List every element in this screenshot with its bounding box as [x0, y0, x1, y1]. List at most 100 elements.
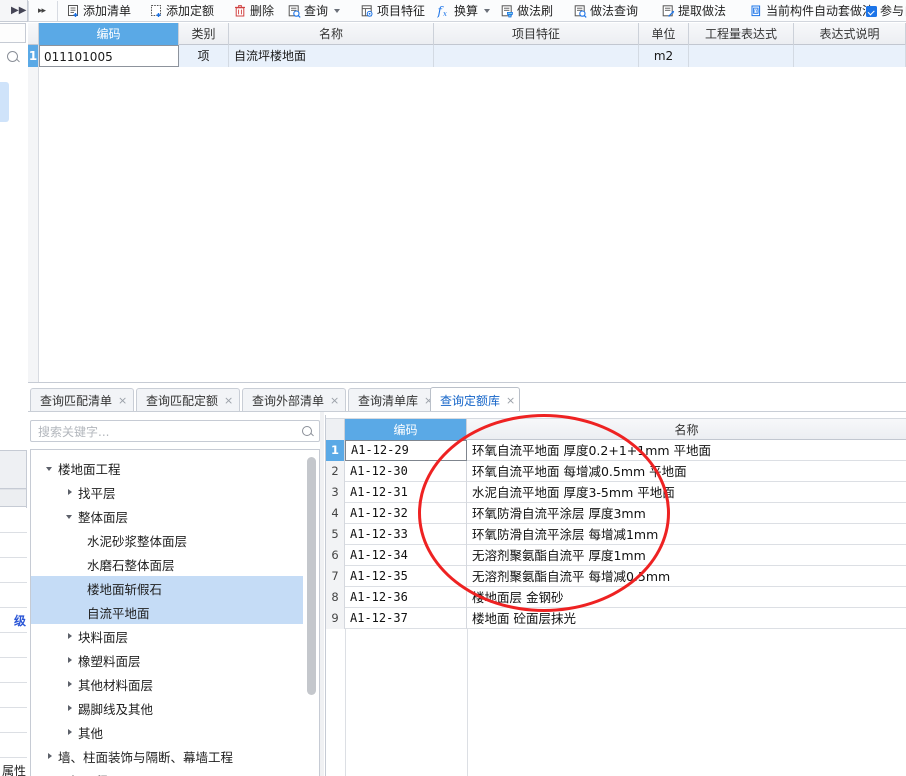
left-partial-grid-row[interactable]: 级	[0, 608, 27, 633]
cell-name[interactable]: 无溶剂聚氨酯自流平 厚度1mm	[467, 545, 906, 566]
table-row[interactable]: 4 A1-12-32 环氧防滑自流平涂层 厚度3mm	[326, 503, 906, 524]
column-header-feature[interactable]: 项目特征	[434, 23, 639, 45]
query-button[interactable]: 查询	[287, 1, 341, 21]
column-header-unit[interactable]: 单位	[639, 23, 689, 45]
column-header-code[interactable]: 编码	[345, 419, 467, 441]
left-partial-grid-row[interactable]	[0, 658, 27, 683]
cell-code[interactable]: A1-12-29	[345, 440, 467, 461]
tree-node-other[interactable]: 其他	[31, 720, 303, 744]
tree-node-block-layer[interactable]: 块料面层	[31, 624, 303, 648]
column-header-code[interactable]: 编码	[39, 23, 179, 45]
column-header-name[interactable]: 名称	[229, 23, 434, 45]
cell-code[interactable]: A1-12-31	[345, 482, 467, 503]
chevron-right-icon[interactable]	[65, 655, 75, 665]
left-partial-grid-row[interactable]	[0, 683, 27, 708]
collapse-right-icon[interactable]: ▸▸	[38, 6, 46, 16]
table-row[interactable]: 2 A1-12-30 环氧自流平地面 每增减0.5mm 平地面	[326, 461, 906, 482]
chevron-right-icon[interactable]	[65, 679, 75, 689]
bill-items-grid-body[interactable]	[28, 67, 906, 382]
cell-name[interactable]: 环氧防滑自流平涂层 厚度3mm	[467, 503, 906, 524]
close-icon[interactable]: ×	[118, 395, 127, 406]
tree-node-wall-column[interactable]: 墙、柱面装饰与隔断、幕墙工程	[31, 744, 303, 768]
collapse-right-icon[interactable]: ▶▶	[11, 4, 26, 17]
checkbox-checked-icon[interactable]	[866, 5, 877, 17]
column-header-name[interactable]: 名称	[467, 419, 906, 441]
method-brush-button[interactable]: 做法刷	[500, 1, 553, 21]
chevron-right-icon[interactable]	[65, 727, 75, 737]
cell-unit[interactable]: m2	[639, 45, 689, 67]
table-row[interactable]: 8 A1-12-36 楼地面层 金钢砂	[326, 587, 906, 608]
search-icon[interactable]	[302, 426, 312, 436]
table-row[interactable]: 3 A1-12-31 水泥自流平地面 厚度3-5mm 平地面	[326, 482, 906, 503]
add-quota-button[interactable]: 添加定额	[149, 1, 214, 21]
column-header-rownum[interactable]	[326, 419, 345, 441]
left-partial-grid-row[interactable]	[0, 633, 27, 658]
cell-code[interactable]: A1-12-34	[345, 545, 467, 566]
cell-code[interactable]: 011101005	[39, 45, 179, 67]
tab-external-bill[interactable]: 查询外部清单 ×	[242, 388, 346, 411]
chevron-down-icon[interactable]	[484, 9, 491, 13]
search-input[interactable]	[36, 423, 291, 440]
convert-button[interactable]: f x 换算	[437, 1, 491, 21]
column-header-quantity-expr[interactable]: 工程量表达式	[689, 23, 794, 45]
chevron-down-icon[interactable]	[45, 463, 55, 473]
left-partial-grid-row[interactable]	[0, 533, 27, 558]
cell-name[interactable]: 自流坪楼地面	[229, 45, 434, 67]
column-header-rownum[interactable]	[28, 23, 39, 45]
quota-category-tree[interactable]: 楼地面工程 找平层 整体面层 水泥砂浆整体面层 水磨石整体面层 楼地面斩假石 自…	[30, 449, 320, 776]
close-icon[interactable]: ×	[506, 395, 515, 406]
close-icon[interactable]: ×	[224, 395, 233, 406]
tree-node-leveling-layer[interactable]: 找平层	[31, 480, 303, 504]
cell-code[interactable]: A1-12-33	[345, 524, 467, 545]
tab-match-bill[interactable]: 查询匹配清单 ×	[30, 388, 134, 411]
cell-name[interactable]: 环氧自流平地面 厚度0.2+1+1mm 平地面	[467, 440, 906, 461]
left-partial-grid-row[interactable]	[0, 558, 27, 583]
left-search-box[interactable]	[0, 23, 26, 62]
cell-code[interactable]: A1-12-30	[345, 461, 467, 482]
cell-name[interactable]: 楼地面 砼面层抹光	[467, 608, 906, 629]
participate-auto-checkbox-row[interactable]: 参与自动	[866, 1, 906, 21]
table-row[interactable]: 1 A1-12-29 环氧自流平地面 厚度0.2+1+1mm 平地面	[326, 440, 906, 461]
cell-code[interactable]: A1-12-35	[345, 566, 467, 587]
table-row[interactable]: 1 011101005 项 自流坪楼地面 m2	[28, 45, 906, 67]
delete-button[interactable]: 删除	[233, 1, 274, 21]
tree-node-cement-mortar[interactable]: 水泥砂浆整体面层	[31, 528, 303, 552]
left-partial-grid-row[interactable]	[0, 508, 27, 533]
tree-node-floor-works[interactable]: 楼地面工程	[31, 456, 303, 480]
cell-name[interactable]: 无溶剂聚氨酯自流平 每增减0.5mm	[467, 566, 906, 587]
cell-code[interactable]: A1-12-37	[345, 608, 467, 629]
tab-bill-library[interactable]: 查询清单库 ×	[348, 388, 438, 411]
table-row[interactable]: 7 A1-12-35 无溶剂聚氨酯自流平 每增减0.5mm	[326, 566, 906, 587]
column-header-expr-desc[interactable]: 表达式说明	[794, 23, 906, 45]
left-collapse-bar[interactable]: ▶▶	[0, 0, 28, 22]
tree-node-monolithic-layer[interactable]: 整体面层	[31, 504, 303, 528]
panel-splitter[interactable]	[320, 412, 324, 776]
cell-name[interactable]: 环氧防滑自流平涂层 每增减1mm	[467, 524, 906, 545]
method-query-button[interactable]: 做法查询	[573, 1, 638, 21]
chevron-down-icon[interactable]	[334, 9, 341, 13]
table-row[interactable]: 6 A1-12-34 无溶剂聚氨酯自流平 厚度1mm	[326, 545, 906, 566]
tree-node-terrazzo[interactable]: 水磨石整体面层	[31, 552, 303, 576]
table-row[interactable]: 9 A1-12-37 楼地面 砼面层抹光	[326, 608, 906, 629]
keyword-search-box[interactable]	[30, 420, 320, 442]
column-header-type[interactable]: 类别	[179, 23, 229, 45]
cell-code[interactable]: A1-12-36	[345, 587, 467, 608]
cell-expr-desc[interactable]	[794, 45, 906, 67]
tree-scrollbar-thumb[interactable]	[307, 457, 316, 695]
table-row[interactable]: 5 A1-12-33 环氧防滑自流平涂层 每增减1mm	[326, 524, 906, 545]
left-partial-grid-row[interactable]	[0, 708, 27, 733]
tree-node-self-leveling[interactable]: 自流平地面	[31, 600, 303, 624]
cell-code[interactable]: A1-12-32	[345, 503, 467, 524]
cell-name[interactable]: 楼地面层 金钢砂	[467, 587, 906, 608]
chevron-down-icon[interactable]	[65, 511, 75, 521]
extract-method-button[interactable]: 提取做法	[661, 1, 726, 21]
auto-apply-method-button[interactable]: m 当前构件自动套做法	[749, 1, 874, 21]
close-icon[interactable]: ×	[330, 395, 339, 406]
tree-node-rubber-plastic[interactable]: 橡塑料面层	[31, 648, 303, 672]
cell-type[interactable]: 项	[179, 45, 229, 67]
left-partial-grid-row[interactable]	[0, 733, 27, 758]
project-feature-button[interactable]: 项目特征	[360, 1, 425, 21]
tab-quota-library[interactable]: 查询定额库 ×	[430, 387, 520, 412]
cell-name[interactable]: 环氧自流平地面 每增减0.5mm 平地面	[467, 461, 906, 482]
toolbar-collapse-handle[interactable]: ▸▸	[38, 1, 46, 21]
